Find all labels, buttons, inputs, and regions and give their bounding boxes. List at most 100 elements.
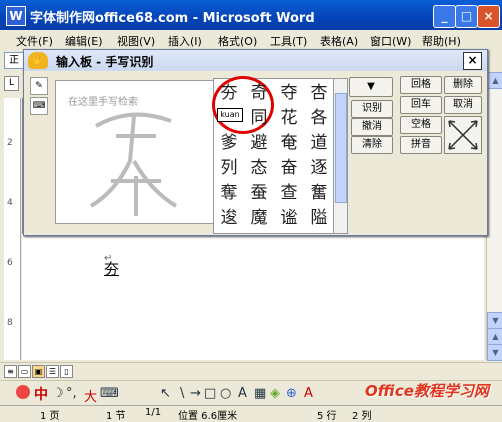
wordart-icon[interactable]: ◈ [270,386,280,401]
print-view-icon[interactable]: ▣ [32,365,45,378]
web-view-icon[interactable]: ▭ [18,365,31,378]
keyboard-icon[interactable]: ⌨ [100,386,119,401]
recognition-options-dropdown[interactable]: ▼ [349,77,393,97]
ime-handwriting-panel: ✋ 输入板 - 手写识别 × ✎ ⌨ 在这里手写检索 kuan 夯 奇 夺 杏 … [23,49,488,236]
candidate-char[interactable]: 奪 [214,181,244,205]
recognize-button[interactable]: 识别 [351,100,393,118]
word-app-icon[interactable]: W [6,6,26,26]
site-watermark: Office教程学习网 [365,382,489,400]
ime-panel-title: 输入板 - 手写识别 [56,55,154,69]
candidate-char[interactable]: 奇 [244,81,274,105]
candidate-char[interactable]: 谧 [274,206,304,230]
ime-panel-title-bar[interactable]: ✋ 输入板 - 手写识别 × [24,50,487,71]
next-page-icon[interactable]: ▼ [487,344,502,361]
handwriting-canvas[interactable]: 在这里手写检索 [55,80,217,224]
delete-button[interactable]: 删除 [444,76,482,94]
scroll-down-icon[interactable]: ▼ [487,312,502,329]
reading-view-icon[interactable]: ▯ [60,365,73,378]
ruler-number: 6 [7,258,13,268]
candidate-char[interactable]: 逡 [214,206,244,230]
status-page-of: 1/1 [145,407,162,418]
vertical-ruler: 2 4 6 8 [4,98,21,360]
candidate-char[interactable]: 态 [244,156,274,180]
cancel-button[interactable]: 取消 [444,96,482,114]
vertical-textbox-icon[interactable]: ▦ [254,386,266,401]
scroll-thumb[interactable] [335,93,347,203]
minimize-button[interactable]: _ [433,5,456,28]
four-way-arrow-icon [448,120,478,150]
backspace-button[interactable]: 回格 [400,76,442,94]
select-objects-icon[interactable]: ↖ [160,386,171,401]
candidate-char[interactable]: 逐 [304,156,334,180]
candidate-char[interactable]: 爹 [214,131,244,155]
line-icon[interactable]: \ [180,386,184,401]
candidate-char[interactable]: 奋 [274,156,304,180]
menu-insert[interactable]: 插入(I) [168,33,202,49]
handwriting-mode-icon[interactable]: ✎ [30,77,48,95]
status-position: 位置 6.6厘米 [178,411,238,422]
oval-icon[interactable]: ○ [220,386,231,401]
menu-bar: 文件(F) 编辑(E) 视图(V) 插入(I) 格式(O) 工具(T) 表格(A… [0,30,502,51]
scroll-up-icon[interactable]: ▲ [487,72,502,89]
ime-chinese-label[interactable]: 中 [34,384,48,404]
candidate-char[interactable]: 杏 [304,81,334,105]
candidate-char[interactable]: 花 [274,106,304,130]
menu-file[interactable]: 文件(F) [16,33,53,49]
candidate-char[interactable]: 同 [244,106,274,130]
vertical-scrollbar[interactable]: ▲ ▼ ▲ ▼ [486,72,502,361]
ruler-number: 4 [7,198,13,208]
space-button[interactable]: 空格 [400,116,442,134]
menu-help[interactable]: 帮助(H) [422,33,461,49]
status-bar: 1 页 1 节 1/1 位置 6.6厘米 5 行 2 列 [0,405,502,422]
candidate-char[interactable]: 道 [304,131,334,155]
clear-button[interactable]: 清除 [351,136,393,154]
rectangle-icon[interactable]: □ [204,386,216,401]
menu-window[interactable]: 窗口(W) [370,33,411,49]
punctuation-icon[interactable]: °, [66,386,77,401]
outline-view-icon[interactable]: ☰ [46,365,59,378]
handwritten-strokes [89,112,178,216]
tab-selector-button[interactable]: L [4,76,19,91]
candidate-char[interactable]: 夯 [214,81,244,105]
menu-edit[interactable]: 编辑(E) [65,33,103,49]
maximize-button[interactable]: □ [455,5,478,28]
textbox-icon[interactable]: A [238,386,247,401]
moon-icon[interactable]: ☽ [52,386,64,401]
candidate-char[interactable]: 魔 [244,206,274,230]
menu-view[interactable]: 视图(V) [117,33,155,49]
ime-indicator-icon[interactable] [16,385,30,399]
undo-button[interactable]: 撤消 [351,118,393,136]
normal-view-icon[interactable]: ≡ [4,365,17,378]
prev-page-icon[interactable]: ▲ [487,328,502,345]
candidate-char[interactable]: 蚕 [244,181,274,205]
status-page: 1 页 [40,411,60,422]
candidate-char[interactable]: 各 [304,106,334,130]
candidate-char[interactable]: 避 [244,131,274,155]
status-section: 1 节 [106,411,126,422]
candidate-char[interactable]: 夺 [274,81,304,105]
candidate-char[interactable]: 查 [274,181,304,205]
menu-format[interactable]: 格式(O) [218,33,257,49]
font-color-icon[interactable]: A [304,386,313,401]
pinyin-tooltip: kuan [217,108,243,122]
style-dropdown[interactable]: 正 [4,52,24,69]
diagram-icon[interactable]: ⊕ [286,386,297,401]
candidate-scrollbar[interactable] [333,78,348,234]
pinyin-button[interactable]: 拼音 [400,136,442,154]
enter-button[interactable]: 回车 [400,96,442,114]
status-column: 2 列 [352,411,372,422]
ruler-number: 2 [7,138,13,148]
arrow-keys-pad[interactable] [444,116,482,154]
menu-table[interactable]: 表格(A) [320,33,358,49]
candidate-char[interactable]: 奮 [304,181,334,205]
candidate-char[interactable]: 奄 [274,131,304,155]
menu-tools[interactable]: 工具(T) [270,33,307,49]
fullwidth-icon[interactable]: 大 [84,386,97,405]
candidate-char[interactable]: 列 [214,156,244,180]
candidate-grid: kuan 夯 奇 夺 杏 同 花 各 爹 避 奄 道 列 态 奋 逐 奪 蚕 查… [212,76,335,234]
candidate-char[interactable]: 隘 [304,206,334,230]
softkeyboard-mode-icon[interactable]: ⌨ [30,97,48,115]
ime-panel-close-button[interactable]: × [463,52,482,70]
close-button[interactable]: × [477,5,500,28]
arrow-icon[interactable]: → [190,386,201,401]
